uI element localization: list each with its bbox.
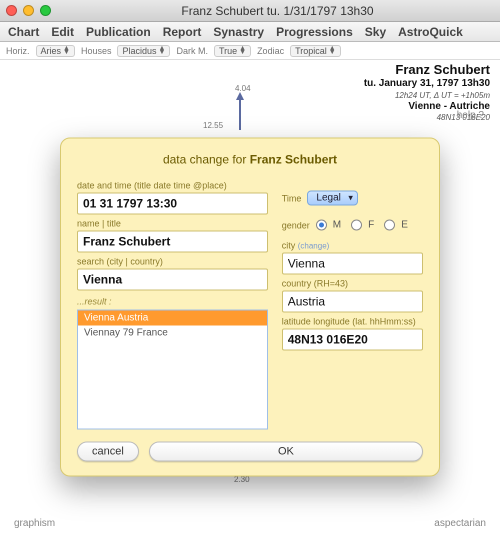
label-time: Time (282, 193, 302, 203)
toolbar-darkm-label: Dark M. (176, 46, 208, 56)
result-row[interactable]: Viennay 79 France (78, 326, 267, 341)
menu-report[interactable]: Report (163, 25, 202, 39)
label-datetime: date and time (title date time @place) (77, 181, 268, 191)
label-country: country (RH=43) (282, 279, 423, 289)
data-change-dialog: data change for Franz Schubert date and … (60, 138, 440, 477)
close-icon[interactable] (6, 5, 17, 16)
chart-tz: 12h24 UT, Δ UT = +1h05m (364, 91, 490, 101)
toolbar-houses-label: Houses (81, 46, 112, 56)
toolbar: Horiz. Aries▲▼ Houses Placidus▲▼ Dark M.… (0, 42, 500, 60)
name-input[interactable] (77, 231, 268, 253)
toolbar-zodiac-select[interactable]: Tropical▲▼ (290, 45, 341, 57)
stepper-icon: ▲▼ (63, 47, 70, 55)
menubar: Chart Edit Publication Report Synastry P… (0, 22, 500, 42)
cancel-button[interactable]: cancel (77, 442, 139, 462)
stepper-icon: ▲▼ (159, 47, 166, 55)
search-results[interactable]: Vienna Austria Viennay 79 France (77, 310, 268, 430)
gender-radio-f[interactable] (351, 220, 362, 231)
footer-graphism[interactable]: graphism (14, 518, 55, 529)
axis-top-degree: 4.04 (235, 84, 251, 93)
label-search: search (city | country) (77, 257, 268, 267)
window-title: Franz Schubert tu. 1/31/1797 13h30 (61, 4, 494, 18)
menu-edit[interactable]: Edit (51, 25, 74, 39)
label-gender: gender (282, 220, 310, 230)
gender-radio-e[interactable] (384, 220, 395, 231)
label-result: ...result : (77, 297, 268, 307)
label-city: city (change) (282, 241, 423, 251)
gender-label-e: E (401, 220, 408, 231)
gender-label-f: F (368, 220, 374, 231)
chart-person-name: Franz Schubert (364, 62, 490, 78)
menu-publication[interactable]: Publication (86, 25, 151, 39)
help-link[interactable]: help ? (457, 110, 484, 121)
gender-radio-m[interactable] (316, 220, 327, 231)
window-titlebar: Franz Schubert tu. 1/31/1797 13h30 (0, 0, 500, 22)
toolbar-darkm-select[interactable]: True▲▼ (214, 45, 251, 57)
datetime-input[interactable] (77, 193, 268, 215)
change-city-link[interactable]: (change) (298, 242, 330, 251)
toolbar-horiz-label: Horiz. (6, 46, 30, 56)
latlon-input[interactable] (282, 329, 423, 351)
menu-synastry[interactable]: Synastry (213, 25, 264, 39)
toolbar-houses-select[interactable]: Placidus▲▼ (117, 45, 170, 57)
time-select[interactable]: Legal (307, 191, 357, 206)
zoom-icon[interactable] (40, 5, 51, 16)
ok-button[interactable]: OK (149, 442, 423, 462)
menu-astroquick[interactable]: AstroQuick (398, 25, 463, 39)
minimize-icon[interactable] (23, 5, 34, 16)
window-controls (6, 5, 51, 16)
country-input[interactable] (282, 291, 423, 313)
dialog-title: data change for Franz Schubert (77, 153, 423, 167)
menu-progressions[interactable]: Progressions (276, 25, 353, 39)
footer-aspectarian[interactable]: aspectarian (434, 518, 486, 529)
label-name: name | title (77, 219, 268, 229)
label-latlon: latitude longitude (lat. hhHmm:ss) (282, 317, 423, 327)
search-input[interactable] (77, 269, 268, 291)
toolbar-zodiac-label: Zodiac (257, 46, 284, 56)
axis-top2-degree: 12.55 (203, 121, 223, 130)
chart-date: tu. January 31, 1797 13h30 (364, 78, 490, 91)
menu-sky[interactable]: Sky (365, 25, 386, 39)
stepper-icon: ▲▼ (239, 47, 246, 55)
menu-chart[interactable]: Chart (8, 25, 39, 39)
toolbar-horiz-select[interactable]: Aries▲▼ (36, 45, 75, 57)
result-row[interactable]: Vienna Austria (78, 311, 267, 326)
stepper-icon: ▲▼ (329, 47, 336, 55)
city-input[interactable] (282, 253, 423, 275)
gender-label-m: M (333, 220, 341, 231)
